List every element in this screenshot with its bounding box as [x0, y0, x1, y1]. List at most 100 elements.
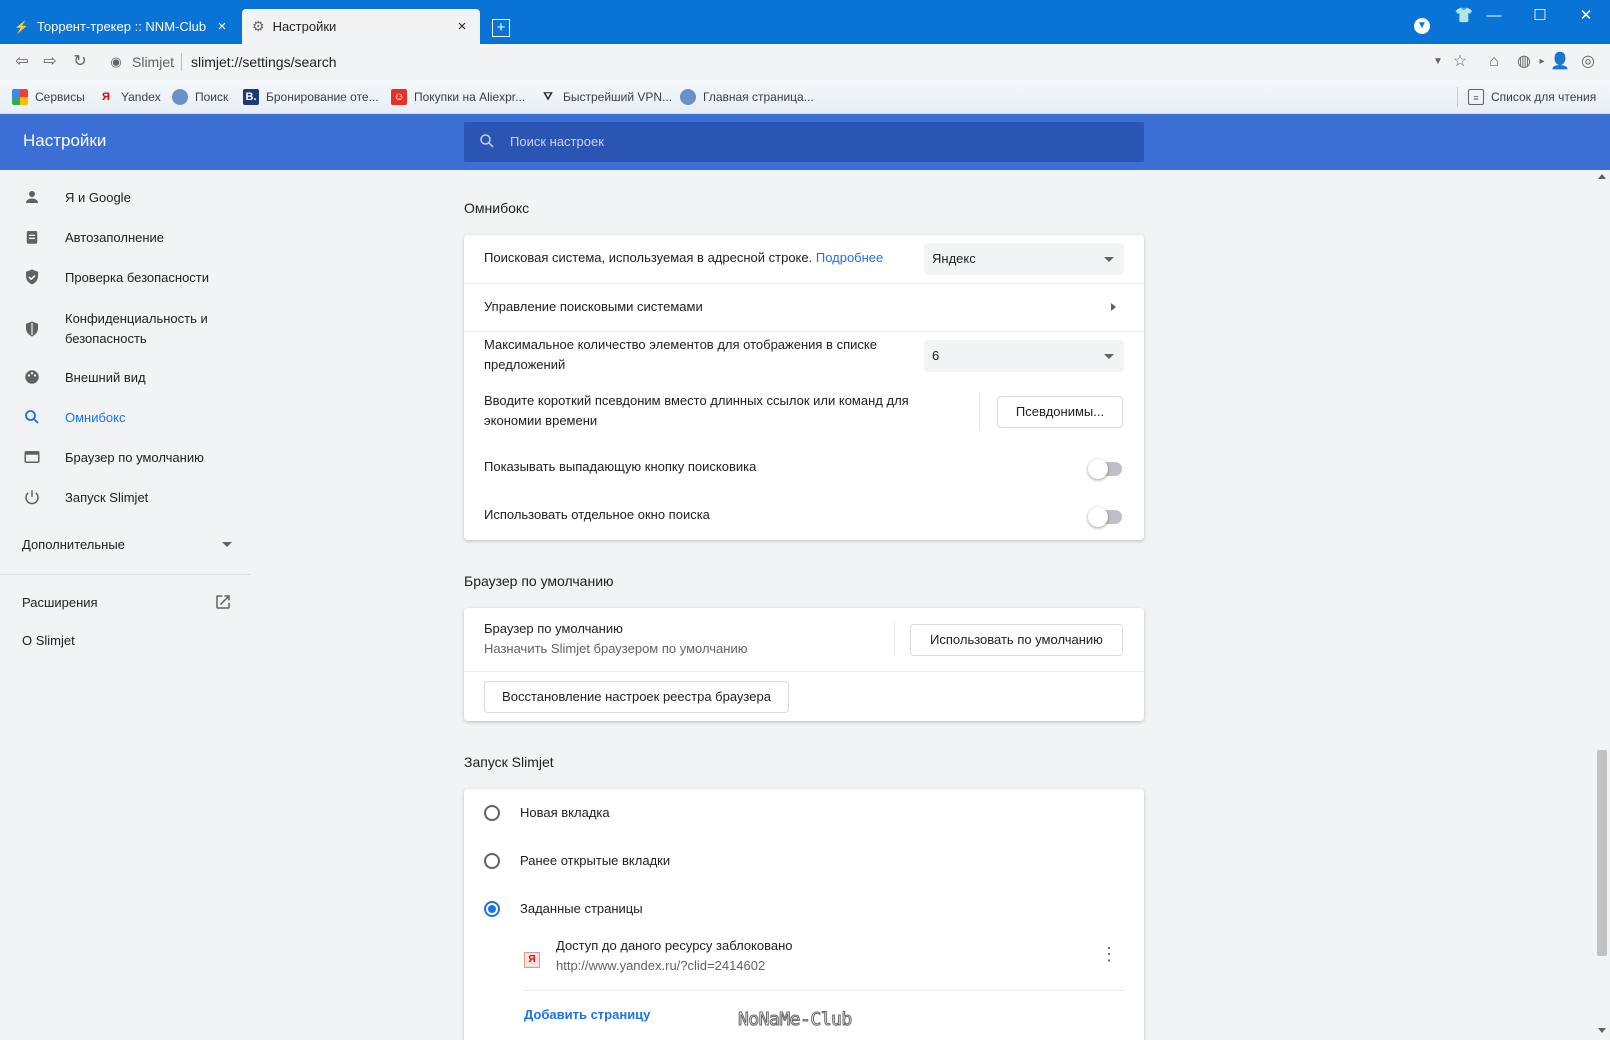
dropdown-icon[interactable]: ▼: [1428, 52, 1448, 72]
learn-more-link[interactable]: Подробнее: [816, 250, 883, 265]
minimize-button[interactable]: —: [1478, 4, 1510, 28]
watermark: NoNaMe-Club: [738, 1009, 853, 1031]
settings-globe-icon[interactable]: ◎: [1578, 52, 1598, 72]
nnm-favicon-icon: ⚡: [14, 19, 29, 34]
tab-settings[interactable]: ⚙ Настройки ×: [242, 9, 480, 44]
sidebar-item-default-browser[interactable]: Браузер по умолчанию: [22, 447, 222, 467]
address-bar[interactable]: slimjet://settings/search: [191, 54, 337, 70]
startup-card: Новая вкладка Ранее открытые вкладки Зад…: [464, 789, 1144, 1040]
maximize-button[interactable]: ☐: [1524, 4, 1556, 28]
manage-search-engines[interactable]: Управление поисковыми системами: [484, 297, 1124, 317]
tab-search-icon[interactable]: ▼: [1414, 18, 1430, 34]
bookmark-label: Yandex: [121, 90, 161, 104]
aliexpress-icon: ☺: [391, 89, 407, 105]
tab-nnm-club[interactable]: ⚡ Торрент-трекер :: NNM-Club ×: [4, 9, 240, 44]
default-browser-card: Браузер по умолчанию Назначить Slimjet б…: [464, 608, 1144, 721]
search-input[interactable]: Поиск настроек: [464, 122, 1144, 162]
radio-specific-pages[interactable]: [484, 901, 500, 917]
add-page-link[interactable]: Добавить страницу: [524, 1007, 650, 1022]
toggle-knob: [1088, 459, 1108, 479]
reading-list-button[interactable]: ≡ Список для чтения: [1468, 88, 1596, 106]
sidebar-item-privacy[interactable]: Конфиденциальность и безопасность: [22, 307, 222, 351]
reading-list-icon: ≡: [1468, 89, 1484, 105]
gear-icon: ⚙: [252, 18, 265, 34]
tab-close-icon[interactable]: ×: [214, 18, 230, 35]
tab-close-icon[interactable]: ×: [454, 18, 470, 35]
scrollbar-thumb[interactable]: [1597, 750, 1607, 956]
vpn-icon: ⛛: [543, 91, 553, 103]
new-tab-button[interactable]: +: [492, 19, 510, 37]
star-icon[interactable]: ☆: [1450, 52, 1470, 72]
divider: [0, 574, 250, 575]
bookmark-yandex[interactable]: Я Yandex: [98, 88, 161, 106]
startup-page-title: Доступ до даного ресурсу заблоковано: [556, 938, 793, 953]
make-default-button[interactable]: Использовать по умолчанию: [910, 624, 1123, 656]
bookmark-vpn[interactable]: ⛛ Быстрейший VPN...: [540, 88, 672, 106]
scroll-down-icon[interactable]: [1598, 1028, 1606, 1033]
radio-new-tab[interactable]: [484, 805, 500, 821]
reload-icon[interactable]: ↻: [70, 52, 90, 72]
bookmark-booking[interactable]: B. Бронирование оте...: [243, 88, 379, 106]
separate-window-toggle[interactable]: [1088, 507, 1122, 527]
restore-registry-button[interactable]: Восстановление настроек реестра браузера: [484, 681, 789, 713]
sidebar-item-omnibox[interactable]: Омнибокс: [22, 407, 222, 427]
divider: [464, 671, 1144, 672]
bookmark-services[interactable]: Сервисы: [12, 88, 85, 106]
bookmark-home-page[interactable]: Главная страница...: [680, 88, 814, 106]
search-placeholder: Поиск настроек: [510, 134, 604, 149]
extension-icon[interactable]: ◍: [1514, 52, 1534, 72]
arrow-right-icon[interactable]: ▸: [1532, 52, 1552, 72]
tab-label: Настройки: [272, 19, 337, 34]
sidebar-item-label: Внешний вид: [65, 369, 146, 385]
title-bar: ⚡ Торрент-трекер :: NNM-Club × ⚙ Настрой…: [0, 0, 1610, 44]
shirt-icon[interactable]: 👕: [1448, 4, 1480, 28]
max-items-select[interactable]: 6: [924, 340, 1124, 372]
default-browser-subtitle: Назначить Slimjet браузером по умолчанию: [484, 641, 748, 656]
yandex-icon: Я: [102, 91, 110, 103]
sidebar-advanced-label: Дополнительные: [22, 537, 125, 552]
show-dropdown-toggle[interactable]: [1088, 459, 1122, 479]
sidebar-item-label: Проверка безопасности: [65, 269, 210, 285]
radio-previous-tabs[interactable]: [484, 853, 500, 869]
scroll-up-icon[interactable]: [1598, 174, 1606, 179]
sidebar-extensions[interactable]: Расширения: [22, 593, 232, 611]
sidebar-item-startup[interactable]: Запуск Slimjet: [22, 487, 222, 507]
browser-window-icon: [22, 447, 42, 467]
site-name: Slimjet: [132, 54, 175, 70]
chevron-down-icon: [1104, 257, 1114, 262]
default-browser-title: Браузер по умолчанию: [484, 621, 623, 636]
search-engine-row: Поисковая система, используемая в адресн…: [484, 248, 883, 268]
back-icon[interactable]: ⇦: [12, 52, 32, 72]
bookmark-search[interactable]: Поиск: [172, 88, 228, 106]
reading-list-label: Список для чтения: [1491, 90, 1597, 104]
page-title: Настройки: [23, 131, 107, 150]
search-engine-select[interactable]: Яндекс: [924, 243, 1124, 275]
profile-icon[interactable]: 👤: [1550, 52, 1570, 72]
booking-icon: B.: [243, 89, 259, 105]
sidebar-item-autofill[interactable]: Автозаполнение: [22, 227, 222, 247]
globe-icon: [680, 89, 696, 105]
sidebar-advanced[interactable]: Дополнительные: [22, 537, 232, 552]
site-info-icon[interactable]: ◉: [106, 52, 126, 72]
section-title-default-browser: Браузер по умолчанию: [464, 573, 614, 589]
aliases-button[interactable]: Псевдонимы...: [997, 396, 1123, 428]
divider: [181, 53, 182, 71]
home-icon[interactable]: ⌂: [1484, 52, 1504, 72]
more-options-icon[interactable]: ⋮: [1100, 945, 1118, 963]
sidebar-about[interactable]: О Slimjet: [22, 633, 75, 648]
search-icon: [480, 134, 494, 148]
sidebar-item-label: Конфиденциальность и безопасность: [65, 311, 208, 346]
separate-window-label: Использовать отдельное окно поиска: [484, 507, 710, 522]
forward-icon[interactable]: ⇨: [40, 52, 60, 72]
sidebar-item-safety-check[interactable]: Проверка безопасности: [22, 267, 222, 287]
sidebar-item-appearance[interactable]: Внешний вид: [22, 367, 222, 387]
bookmark-aliexpress[interactable]: ☺ Покупки на Aliexpr...: [391, 88, 525, 106]
divider: [1457, 87, 1458, 107]
divider: [894, 620, 895, 656]
bookmark-label: Быстрейший VPN...: [563, 90, 673, 104]
alias-label: Вводите короткий псевдоним вместо длинны…: [484, 393, 909, 428]
close-window-button[interactable]: ✕: [1570, 4, 1602, 28]
sidebar-item-you-and-google[interactable]: Я и Google: [22, 187, 222, 207]
radio-label: Заданные страницы: [520, 901, 643, 916]
sidebar-item-label: Автозаполнение: [65, 229, 165, 245]
